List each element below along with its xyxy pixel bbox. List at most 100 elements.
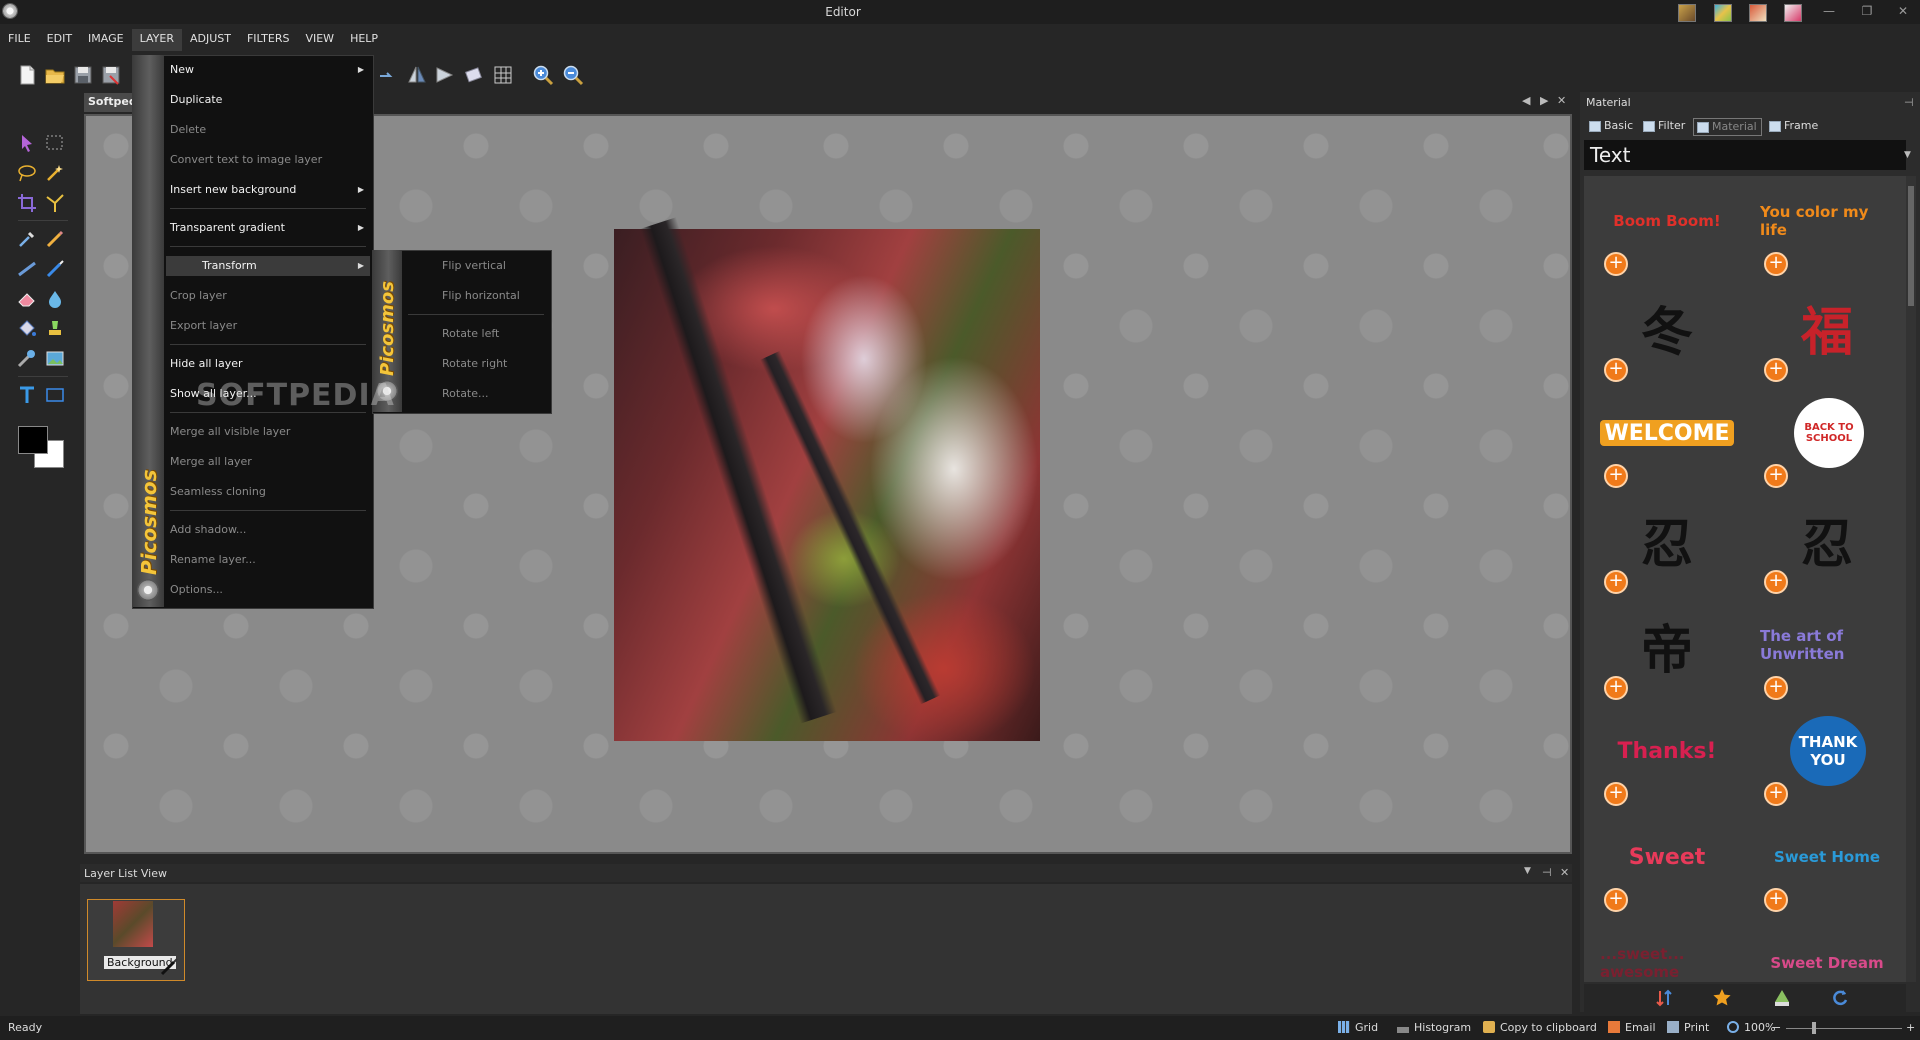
fill-bucket-icon[interactable] [16, 318, 38, 340]
submenu-item-rotate[interactable]: Rotate... [442, 384, 489, 404]
tab-filter[interactable]: Filter [1640, 118, 1689, 134]
material-item[interactable]: 福 + [1750, 288, 1900, 388]
material-category-select[interactable]: Text [1584, 140, 1906, 170]
doc-next-icon[interactable]: ▶ [1540, 94, 1548, 107]
skin-theme-2-icon[interactable] [1714, 4, 1732, 22]
copy-clipboard-button[interactable]: Copy to clipboard [1483, 1021, 1597, 1034]
document-tab[interactable]: Softped [84, 93, 137, 112]
add-material-icon[interactable]: + [1604, 782, 1628, 806]
add-material-icon[interactable]: + [1764, 676, 1788, 700]
magic-wand-icon[interactable] [44, 162, 66, 184]
add-material-icon[interactable]: + [1604, 464, 1628, 488]
save-as-icon[interactable] [100, 64, 122, 86]
flip-vertical-icon[interactable] [434, 64, 456, 86]
material-item[interactable]: The art of Unwritten + [1750, 606, 1900, 706]
add-material-icon[interactable]: + [1604, 570, 1628, 594]
refresh-icon[interactable] [1830, 988, 1850, 1008]
download-material-icon[interactable] [1772, 988, 1792, 1008]
minimize-button[interactable]: — [1816, 4, 1842, 20]
image-stamp-icon[interactable] [44, 348, 66, 370]
layer-list-close-icon[interactable]: ✕ [1560, 866, 1569, 879]
submenu-item-flip-vertical[interactable]: Flip vertical [442, 256, 506, 276]
menu-item-insert-background[interactable]: Insert new background ▶ [170, 180, 370, 200]
menu-file[interactable]: FILE [0, 29, 39, 51]
skin-theme-4-icon[interactable] [1784, 4, 1802, 22]
submenu-item-rotate-right[interactable]: Rotate right [442, 354, 507, 374]
material-item[interactable]: ...sweet... awesome+ [1590, 924, 1740, 982]
menu-help[interactable]: HELP [342, 29, 386, 51]
skin-theme-3-icon[interactable] [1749, 4, 1767, 22]
material-item[interactable]: BACK TO SCHOOL + [1750, 394, 1900, 494]
shape-tool-icon[interactable] [44, 384, 66, 406]
crop-icon[interactable] [16, 192, 38, 214]
material-item[interactable]: 帝 + [1590, 606, 1740, 706]
skin-theme-1-icon[interactable] [1678, 4, 1696, 22]
material-item[interactable]: 冬 + [1590, 288, 1740, 388]
add-material-icon[interactable]: + [1604, 676, 1628, 700]
new-file-icon[interactable] [16, 64, 38, 86]
menu-filters[interactable]: FILTERS [239, 29, 297, 51]
menu-layer[interactable]: LAYER [131, 29, 182, 51]
sort-icon[interactable] [1654, 988, 1674, 1008]
menu-item-transparent-gradient[interactable]: Transparent gradient ▶ [170, 218, 370, 238]
tab-basic[interactable]: Basic [1586, 118, 1637, 134]
close-window-button[interactable]: ✕ [1890, 4, 1916, 20]
eyedropper-icon[interactable] [16, 228, 38, 250]
flip-horizontal-icon[interactable] [406, 64, 428, 86]
redo-icon[interactable] [376, 64, 398, 86]
add-material-icon[interactable]: + [1604, 252, 1628, 276]
doc-prev-icon[interactable]: ◀ [1522, 94, 1530, 107]
email-button[interactable]: Email [1608, 1021, 1656, 1034]
menu-view[interactable]: VIEW [297, 29, 342, 51]
material-pin-icon[interactable]: ⊣ [1904, 96, 1914, 109]
menu-item-transform[interactable]: Transform ▶ [166, 256, 370, 276]
material-item[interactable]: Boom Boom! + [1590, 182, 1740, 282]
zoom-in-icon[interactable] [532, 64, 554, 86]
material-item[interactable]: 忍 + [1750, 500, 1900, 600]
add-material-icon[interactable]: + [1604, 358, 1628, 382]
layer-list-dropdown-icon[interactable]: ▼ [1524, 866, 1531, 876]
blur-drop-icon[interactable] [44, 288, 66, 310]
print-button[interactable]: Print [1667, 1021, 1709, 1034]
select-arrow-icon[interactable] [16, 132, 38, 154]
zoom-in-button[interactable]: + [1906, 1021, 1915, 1034]
grid-toggle[interactable]: Grid [1338, 1021, 1378, 1034]
brush-icon[interactable] [44, 258, 66, 280]
menu-item-hide-all-layer[interactable]: Hide all layer [170, 354, 370, 374]
add-material-icon[interactable]: + [1604, 888, 1628, 912]
histogram-button[interactable]: Histogram [1397, 1021, 1471, 1034]
layer-edit-brush-icon[interactable] [160, 956, 180, 979]
menu-edit[interactable]: EDIT [39, 29, 80, 51]
layer-list-pin-icon[interactable]: ⊣ [1542, 866, 1552, 879]
rect-select-icon[interactable] [44, 132, 66, 154]
add-material-icon[interactable]: + [1764, 464, 1788, 488]
material-item[interactable]: You color my life + [1750, 182, 1900, 282]
text-tool-icon[interactable] [16, 384, 38, 406]
clone-stamp-icon[interactable] [44, 318, 66, 340]
straighten-icon[interactable] [44, 192, 66, 214]
material-item[interactable]: Sweet Home + [1750, 818, 1900, 918]
restore-button[interactable]: ❐ [1854, 4, 1880, 20]
material-item[interactable]: THANK YOU + [1750, 712, 1900, 812]
open-folder-icon[interactable] [44, 64, 66, 86]
material-item[interactable]: 忍 + [1590, 500, 1740, 600]
eraser-icon[interactable] [16, 288, 38, 310]
add-material-icon[interactable]: + [1764, 358, 1788, 382]
add-material-icon[interactable]: + [1764, 782, 1788, 806]
material-item[interactable]: Sweet Dream+ [1750, 924, 1900, 982]
save-icon[interactable] [72, 64, 94, 86]
foreground-color-swatch[interactable] [18, 426, 48, 454]
submenu-item-flip-horizontal[interactable]: Flip horizontal [442, 286, 520, 306]
grid-icon[interactable] [492, 64, 514, 86]
material-item[interactable]: WELCOME + [1590, 394, 1740, 494]
chevron-down-icon[interactable]: ▼ [1904, 150, 1911, 160]
favorite-star-icon[interactable] [1712, 988, 1732, 1008]
submenu-item-rotate-left[interactable]: Rotate left [442, 324, 499, 344]
menu-item-duplicate[interactable]: Duplicate [170, 90, 370, 110]
tab-frame[interactable]: Frame [1766, 118, 1822, 134]
material-item[interactable]: Sweet + [1590, 818, 1740, 918]
line-icon[interactable] [16, 258, 38, 280]
tab-material[interactable]: Material [1693, 118, 1762, 136]
material-scroll-thumb[interactable] [1908, 186, 1914, 306]
add-material-icon[interactable]: + [1764, 252, 1788, 276]
